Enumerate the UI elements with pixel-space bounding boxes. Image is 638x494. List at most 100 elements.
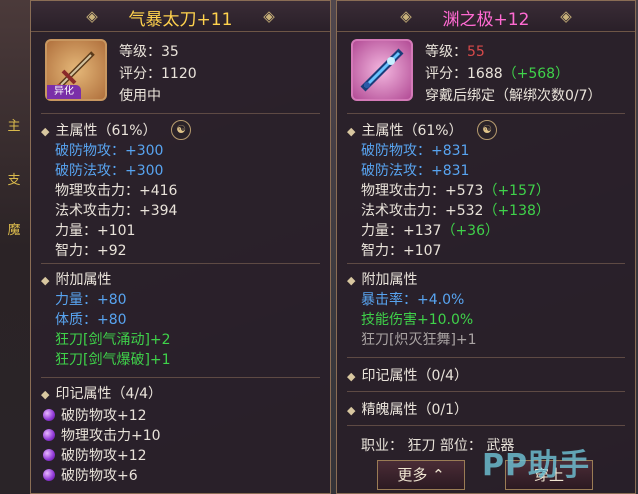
mark-value: 破防物攻+12 xyxy=(61,408,147,424)
watermark: PP助手 xyxy=(482,448,590,483)
attr-row: 技能伤害+10.0% xyxy=(361,309,473,329)
score-row: 评分：1120 xyxy=(119,63,197,83)
main-attr-header: ◆ 主属性（61%） xyxy=(347,120,463,140)
level-value: 35 xyxy=(161,44,179,60)
attribute-info-icon[interactable]: ☯ xyxy=(171,120,191,140)
compare-item-tooltip: ◈ 渊之极+12 ◈ 等级：55 评分：1688（+568） 穿戴后绑定（解绑次… xyxy=(336,0,636,494)
extra-attr-title: 附加属性 xyxy=(55,272,112,288)
main-attr-header: ◆ 主属性（61%） xyxy=(41,120,157,140)
mark-value: 物理攻击力+10 xyxy=(61,428,161,444)
main-attr-title: 主属性（61%） xyxy=(361,123,463,139)
item-title: 气暴太刀+11 xyxy=(128,10,233,30)
blade-icon xyxy=(360,48,404,92)
attr-row: 体质：+80 xyxy=(55,309,127,329)
attr-value: 物理攻击力：+416 xyxy=(55,183,178,199)
attr-value: 暴击率：+4.0% xyxy=(361,292,465,308)
attr-bonus: （+138） xyxy=(483,203,550,219)
divider xyxy=(347,263,625,264)
attr-row: 狂刀[剑气涌动]+2 xyxy=(55,329,171,349)
item-title: 渊之极+12 xyxy=(442,10,530,30)
attr-value: 物理攻击力：+573 xyxy=(361,183,484,199)
next-arrow-icon[interactable]: ◈ xyxy=(557,7,575,25)
soul-attr-header: ◆ 精魄属性（0/1） xyxy=(347,399,468,419)
attr-value: 破防法攻：+300 xyxy=(55,163,164,179)
score-value: 1688 xyxy=(467,66,503,82)
extra-attr-title: 附加属性 xyxy=(361,272,418,288)
score-label: 评分： xyxy=(119,66,161,82)
bind-status: 穿戴后绑定（解绑次数0/7） xyxy=(425,88,602,104)
gem-icon xyxy=(43,449,55,461)
diamond-icon: ◆ xyxy=(347,404,356,417)
mark-attr-title: 印记属性（4/4） xyxy=(55,386,162,402)
score-value: 1120 xyxy=(161,66,197,82)
next-arrow-icon[interactable]: ◈ xyxy=(260,7,278,25)
attribute-info-icon[interactable]: ☯ xyxy=(477,120,497,140)
equipped-item-tooltip: ◈ 气暴太刀+11 ◈ 异化 等级：35 评分：1120 使用中 ◆ 主属性（61… xyxy=(30,0,331,494)
diamond-icon: ◆ xyxy=(41,274,50,287)
sword-item-icon[interactable]: 异化 xyxy=(45,39,107,101)
attr-value: 破防物攻：+300 xyxy=(55,143,164,159)
soul-attr-title: 精魄属性（0/1） xyxy=(361,402,468,418)
divider xyxy=(347,391,625,392)
divider xyxy=(41,113,320,114)
more-button-label: 更多 xyxy=(397,466,428,484)
attr-value: 力量：+101 xyxy=(55,223,136,239)
attr-bonus: （+157） xyxy=(483,183,550,199)
attr-value: 技能伤害+10.0% xyxy=(361,312,474,328)
attr-row: 破防法攻：+300 xyxy=(55,160,163,180)
gem-icon xyxy=(43,469,55,481)
diamond-icon: ◆ xyxy=(41,125,50,138)
side-tab-magic[interactable]: 魔 xyxy=(2,222,26,240)
attr-value: 狂刀[剑气涌动]+2 xyxy=(55,332,171,348)
mark-value: 破防物攻+12 xyxy=(61,448,147,464)
attr-value: 力量：+137 xyxy=(361,223,442,239)
divider xyxy=(41,377,320,378)
attr-value: 力量：+80 xyxy=(55,292,127,308)
usage-status: 使用中 xyxy=(119,88,161,104)
attr-value: 智力：+92 xyxy=(55,243,127,259)
item-title-bar: ◈ 气暴太刀+11 ◈ xyxy=(31,1,330,32)
mutation-badge: 异化 xyxy=(47,85,81,99)
level-row: 等级：35 xyxy=(119,41,179,61)
attr-row: 破防物攻：+831 xyxy=(361,140,469,160)
attr-value: 法术攻击力：+394 xyxy=(55,203,178,219)
attr-row: 暴击率：+4.0% xyxy=(361,289,464,309)
attr-row: 物理攻击力：+416 xyxy=(55,180,177,200)
attr-value: 狂刀[剑气爆破]+1 xyxy=(55,352,171,368)
mark-attr-header: ◆ 印记属性（0/4） xyxy=(347,365,468,385)
mark-row: 物理攻击力+10 xyxy=(43,425,161,445)
divider xyxy=(347,425,625,426)
divider xyxy=(41,263,320,264)
level-value: 55 xyxy=(467,44,485,60)
attr-row: 破防物攻：+300 xyxy=(55,140,163,160)
diamond-icon: ◆ xyxy=(41,388,50,401)
extra-attr-header: ◆ 附加属性 xyxy=(347,269,417,289)
attr-row: 狂刀[剑气爆破]+1 xyxy=(55,349,171,369)
blade-item-icon[interactable] xyxy=(351,39,413,101)
score-row: 评分：1688（+568） xyxy=(425,63,569,83)
gem-icon xyxy=(43,409,55,421)
attr-value: 法术攻击力：+532 xyxy=(361,203,484,219)
attr-value: 破防物攻：+831 xyxy=(361,143,470,159)
attr-row: 力量：+80 xyxy=(55,289,127,309)
left-sidebar-strip xyxy=(0,0,30,494)
mark-value: 破防物攻+6 xyxy=(61,468,138,484)
mark-row: 破防物攻+6 xyxy=(43,465,138,485)
attr-row: 破防法攻：+831 xyxy=(361,160,469,180)
attr-bonus: （+36） xyxy=(441,223,499,239)
more-button[interactable]: 更多 ⌃ xyxy=(377,460,465,490)
attr-row: 狂刀[炽灭狂舞]+1 xyxy=(361,329,477,349)
divider xyxy=(347,357,625,358)
attr-value: 体质：+80 xyxy=(55,312,127,328)
side-tab-support[interactable]: 支 xyxy=(2,172,26,190)
mark-row: 破防物攻+12 xyxy=(43,405,147,425)
gem-icon xyxy=(43,429,55,441)
main-attr-title: 主属性（61%） xyxy=(55,123,157,139)
level-row: 等级：55 xyxy=(425,41,485,61)
level-label: 等级： xyxy=(119,44,161,60)
attr-row: 智力：+92 xyxy=(55,240,127,260)
side-tab-main[interactable]: 主 xyxy=(2,118,26,136)
attr-row: 法术攻击力：+394 xyxy=(55,200,177,220)
score-bonus: （+568） xyxy=(502,66,570,82)
attr-value: 破防法攻：+831 xyxy=(361,163,470,179)
